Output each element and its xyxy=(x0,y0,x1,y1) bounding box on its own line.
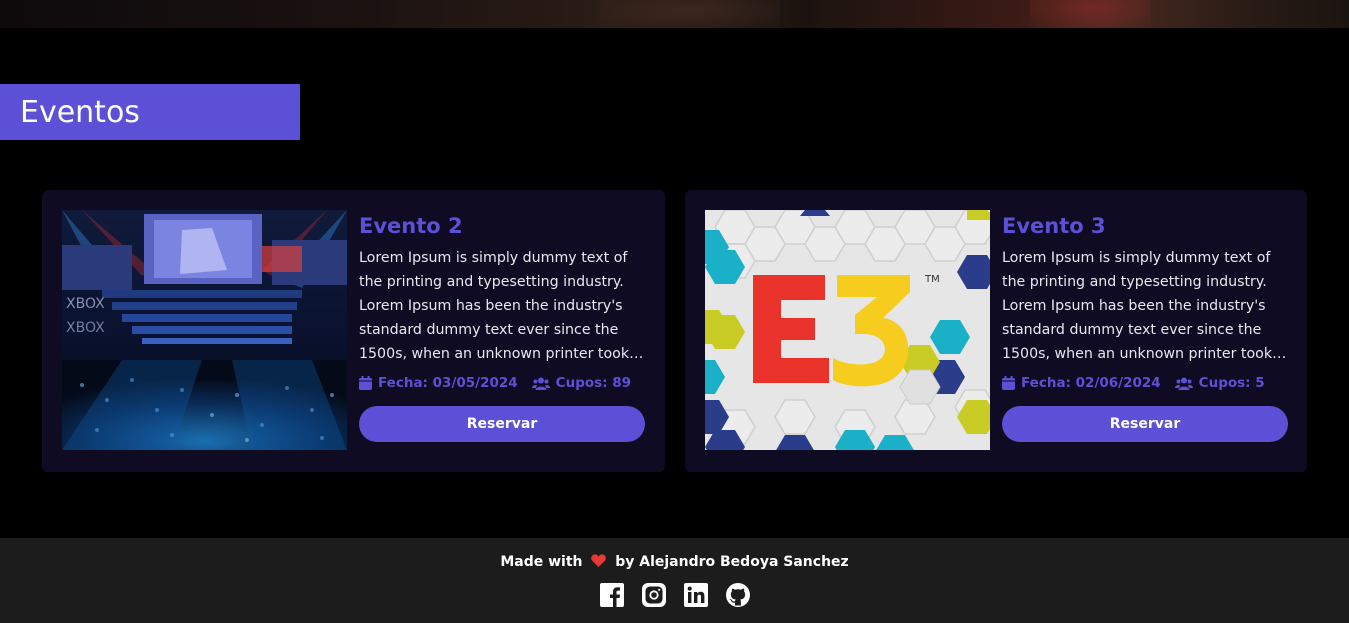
section-title: Eventos xyxy=(20,94,140,130)
users-icon xyxy=(1174,377,1193,390)
reserve-button[interactable]: Reservar xyxy=(359,406,645,442)
users-icon xyxy=(531,377,550,390)
footer: Made with by Alejandro Bedoya Sanchez xyxy=(0,538,1349,623)
hero-banner-bottom-edge xyxy=(0,0,1349,28)
social-links xyxy=(0,583,1349,607)
calendar-icon xyxy=(1002,376,1015,390)
github-icon[interactable] xyxy=(725,583,750,607)
event-card-body: Evento 3 Lorem Ipsum is simply dummy tex… xyxy=(1002,210,1288,442)
event-card-body: Evento 2 Lorem Ipsum is simply dummy tex… xyxy=(359,210,645,442)
event-card: XBOX XBOX Evento 2 Lorem Ipsum is simply… xyxy=(42,190,665,472)
instagram-icon[interactable] xyxy=(641,583,666,607)
event-title: Evento 2 xyxy=(359,214,463,238)
footer-credit: Made with by Alejandro Bedoya Sanchez xyxy=(500,554,849,570)
calendar-icon xyxy=(359,376,372,390)
heart-icon xyxy=(591,554,611,570)
logo-tm: TM xyxy=(924,274,940,285)
event-meta: Fecha: 03/05/2024 Cupos: 89 xyxy=(359,372,645,394)
page: Eventos XBOX XBOX Evento 2 Lorem Ipsum i… xyxy=(0,0,1349,623)
event-card: TM Evento 3 Lorem Ipsum is simply dummy … xyxy=(685,190,1307,472)
event-description: Lorem Ipsum is simply dummy text of the … xyxy=(359,250,643,362)
event-description: Lorem Ipsum is simply dummy text of the … xyxy=(1002,250,1286,362)
linkedin-icon[interactable] xyxy=(683,583,708,607)
event-seats: Cupos: 89 xyxy=(531,375,631,391)
svg-text:XBOX: XBOX xyxy=(66,320,105,336)
event-date: Fecha: 03/05/2024 xyxy=(359,375,518,391)
event-title: Evento 3 xyxy=(1002,214,1106,238)
facebook-icon[interactable] xyxy=(599,583,624,607)
event-seats: Cupos: 5 xyxy=(1174,375,1265,391)
event-meta: Fecha: 02/06/2024 Cupos: 5 xyxy=(1002,372,1288,394)
svg-text:XBOX: XBOX xyxy=(66,296,105,312)
reserve-button[interactable]: Reservar xyxy=(1002,406,1288,442)
event-image: TM xyxy=(705,210,990,450)
event-image: XBOX XBOX xyxy=(62,210,347,450)
event-date: Fecha: 02/06/2024 xyxy=(1002,375,1161,391)
section-title-banner: Eventos xyxy=(0,84,300,140)
